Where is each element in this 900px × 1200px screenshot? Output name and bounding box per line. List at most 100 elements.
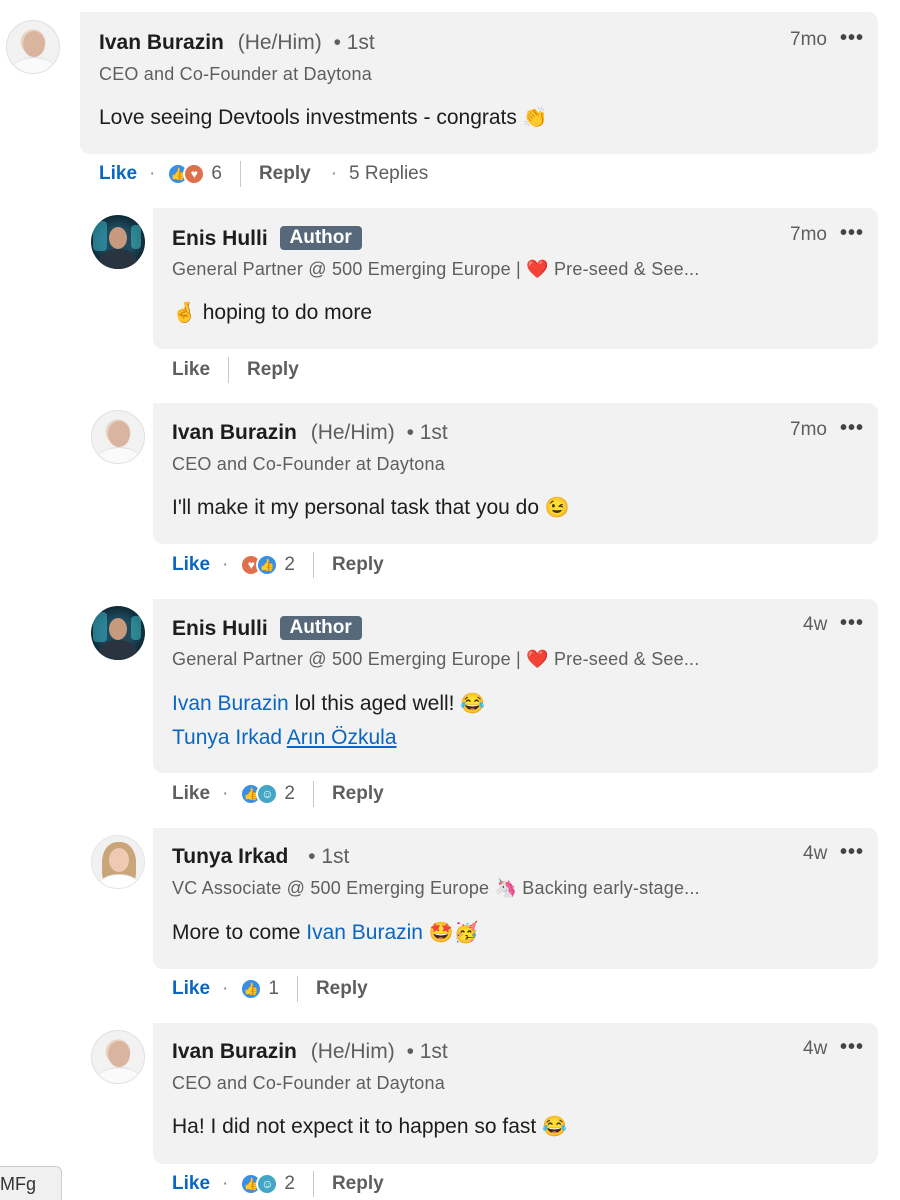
reaction-icons[interactable]: 👍 ☺ <box>240 783 279 805</box>
comment-actions: Like · 👍 ☺ 2 Reply <box>172 1169 384 1199</box>
comment-body: More to come <box>172 921 301 944</box>
reaction-count[interactable]: 6 <box>211 163 222 185</box>
separator-dot: · <box>222 1173 229 1194</box>
more-options-icon[interactable]: ••• <box>840 1036 864 1059</box>
name-text[interactable]: Enis Hulli <box>172 227 268 250</box>
commenter-headline: CEO and Co-Founder at Daytona <box>99 64 372 84</box>
comment-text: I'll make it my personal task that you d… <box>172 491 570 525</box>
avatar-shirt <box>98 447 140 463</box>
more-options-icon[interactable]: ••• <box>840 222 864 245</box>
commenter-name[interactable]: Tunya Irkad • 1st <box>172 845 349 869</box>
name-text[interactable]: Ivan Burazin <box>172 1040 297 1063</box>
commenter-headline: CEO and Co-Founder at Daytona <box>172 454 445 474</box>
mention-link[interactable]: Arın Özkula <box>287 726 397 749</box>
more-options-icon[interactable]: ••• <box>840 27 864 50</box>
commenter-name[interactable]: Enis Hulli Author <box>172 616 362 641</box>
comment-time: 7mo <box>790 224 827 245</box>
reaction-icons[interactable]: 👍 ♥ <box>167 163 206 185</box>
name-text[interactable]: Ivan Burazin <box>99 31 224 54</box>
avatar-shirt <box>100 874 138 888</box>
like-button[interactable]: Like <box>172 1173 210 1195</box>
avatar[interactable] <box>91 835 145 889</box>
reply-button[interactable]: Reply <box>247 359 299 381</box>
avatar[interactable] <box>91 410 145 464</box>
separator-dot: · <box>330 163 338 184</box>
comment-body: I'll make it my personal task that you d… <box>172 496 540 519</box>
connection-degree: • 1st <box>406 1040 448 1063</box>
action-divider <box>228 357 230 383</box>
headline-text: General Partner @ 500 Emerging Europe | <box>172 649 521 669</box>
like-button[interactable]: Like <box>172 359 210 381</box>
avatar-shirt <box>13 57 55 73</box>
avatar[interactable] <box>6 20 60 74</box>
clapping-hands-emoji: 👏 <box>522 107 548 129</box>
reply-button[interactable]: Reply <box>259 163 311 185</box>
avatar-face <box>109 618 127 640</box>
author-badge: Author <box>279 616 362 640</box>
comment-actions: Like · ♥ 👍 2 Reply <box>172 550 384 580</box>
reaction-count[interactable]: 2 <box>284 554 295 576</box>
separator-dot: · <box>222 554 229 575</box>
comment-actions: Like Reply <box>172 355 299 385</box>
reply-button[interactable]: Reply <box>332 1173 384 1195</box>
name-text[interactable]: Tunya Irkad <box>172 845 288 868</box>
comment-text: Ha! I did not expect it to happen so fas… <box>172 1110 567 1144</box>
comment-body: lol this aged well! <box>294 692 455 715</box>
commenter-name[interactable]: Enis Hulli Author <box>172 226 362 251</box>
reaction-count[interactable]: 1 <box>268 978 279 1000</box>
reaction-count[interactable]: 2 <box>284 783 295 805</box>
comment-actions: Like · 👍 ♥ 6 Reply · 5 Replies <box>99 159 428 189</box>
pronoun-text: (He/Him) <box>310 1040 395 1063</box>
pronoun-text: (He/Him) <box>237 31 322 54</box>
like-button[interactable]: Like <box>172 554 210 576</box>
more-options-icon[interactable]: ••• <box>840 612 864 635</box>
commenter-name[interactable]: Ivan Burazin (He/Him) • 1st <box>172 421 448 445</box>
avatar-face <box>23 31 45 57</box>
mention-link[interactable]: Ivan Burazin <box>172 692 289 715</box>
reaction-icons[interactable]: ♥ 👍 <box>240 554 279 576</box>
avatar-shirt <box>99 249 137 269</box>
commenter-headline: CEO and Co-Founder at Daytona <box>172 1073 445 1093</box>
like-button[interactable]: Like <box>172 978 210 1000</box>
funny-reaction-icon: ☺ <box>256 783 279 805</box>
reply-button[interactable]: Reply <box>316 978 368 1000</box>
connection-degree: • 1st <box>406 421 448 444</box>
commenter-name[interactable]: Ivan Burazin (He/Him) • 1st <box>99 31 375 55</box>
avatar[interactable] <box>91 215 145 269</box>
name-text[interactable]: Enis Hulli <box>172 617 268 640</box>
replies-count-link[interactable]: 5 Replies <box>349 163 428 185</box>
connection-degree: • 1st <box>308 845 350 868</box>
comment-mentions: Tunya Irkad Arın Özkula <box>172 721 397 755</box>
avatar[interactable] <box>91 606 145 660</box>
like-button[interactable]: Like <box>172 783 210 805</box>
headline-text: VC Associate @ 500 Emerging Europe <box>172 878 490 898</box>
name-text[interactable]: Ivan Burazin <box>172 421 297 444</box>
more-options-icon[interactable]: ••• <box>840 417 864 440</box>
action-divider <box>312 1171 314 1197</box>
pronoun-text: (He/Him) <box>310 421 395 444</box>
funny-reaction-icon: ☺ <box>256 1173 279 1195</box>
avatar-face <box>109 227 127 249</box>
avatar-face <box>108 421 130 447</box>
tears-of-joy-emoji: 😂 <box>542 1116 567 1138</box>
reaction-icons[interactable]: 👍 <box>240 978 263 1000</box>
avatar-face <box>108 1041 130 1067</box>
reaction-count[interactable]: 2 <box>284 1173 295 1195</box>
reply-button[interactable]: Reply <box>332 783 384 805</box>
avatar[interactable] <box>91 1030 145 1084</box>
comment-time: 7mo <box>790 29 827 50</box>
reaction-icons[interactable]: 👍 ☺ <box>240 1173 279 1195</box>
unicorn-emoji: 🦄 <box>494 878 518 898</box>
reply-button[interactable]: Reply <box>332 554 384 576</box>
like-button[interactable]: Like <box>99 163 137 185</box>
action-divider <box>239 161 241 187</box>
partial-tab[interactable]: MFg <box>0 1166 62 1200</box>
separator-dot: · <box>222 783 229 804</box>
more-options-icon[interactable]: ••• <box>840 841 864 864</box>
mention-link[interactable]: Ivan Burazin <box>306 921 423 944</box>
comment-body: hoping to do more <box>202 301 373 324</box>
commenter-name[interactable]: Ivan Burazin (He/Him) • 1st <box>172 1040 448 1064</box>
avatar-shirt <box>98 1067 140 1083</box>
avatar-background-light <box>131 225 141 249</box>
mention-link[interactable]: Tunya Irkad <box>172 726 282 749</box>
